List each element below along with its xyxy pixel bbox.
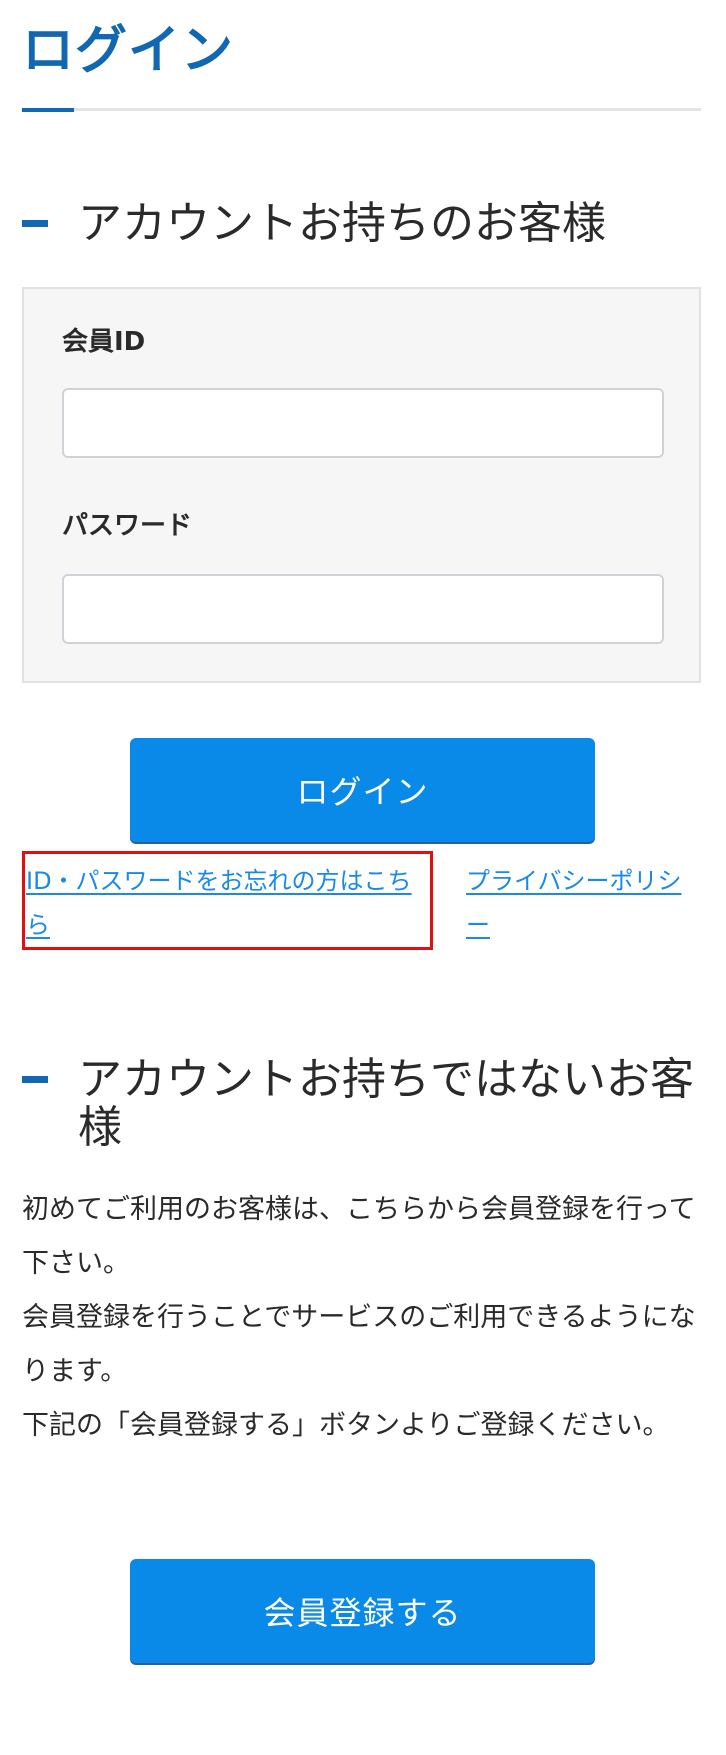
forgot-id-password-link[interactable]: ID・パスワードをお忘れの方はこちら bbox=[26, 859, 430, 947]
password-input[interactable] bbox=[62, 574, 664, 644]
register-description-line: 会員登録を行うことでサービスのご利用できるようになります。 bbox=[22, 1302, 696, 1387]
password-label: パスワード bbox=[62, 511, 193, 541]
title-divider bbox=[22, 108, 701, 111]
register-description-line: 初めてご利用のお客様は、こちらから会員登録を行って下さい。 bbox=[22, 1194, 696, 1279]
register-description-line: 下記の「会員登録する」ボタンよりご登録ください。 bbox=[22, 1410, 670, 1441]
login-button[interactable]: ログイン bbox=[130, 738, 595, 842]
register-button[interactable]: 会員登録する bbox=[130, 1559, 595, 1663]
heading-bar-icon bbox=[22, 220, 48, 227]
privacy-policy-link[interactable]: プライバシーポリシー bbox=[466, 859, 702, 947]
account-section-heading-text: アカウントお持ちのお客様 bbox=[78, 198, 606, 249]
no-account-section-heading-text: アカウントお持ちではないお客様 bbox=[78, 1054, 694, 1153]
heading-bar-icon bbox=[22, 1076, 48, 1083]
title-divider-accent bbox=[22, 108, 74, 112]
page-title: ログイン bbox=[22, 21, 235, 81]
login-form-box: 会員ID パスワード bbox=[22, 287, 701, 683]
member-id-label: 会員ID bbox=[62, 327, 146, 357]
no-account-section-heading: アカウントお持ちではないお客様 bbox=[22, 1056, 712, 1152]
member-id-input[interactable] bbox=[62, 388, 664, 458]
register-description: 初めてご利用のお客様は、こちらから会員登録を行って下さい。 会員登録を行うことで… bbox=[22, 1183, 712, 1453]
account-section-heading: アカウントお持ちのお客様 bbox=[22, 200, 712, 248]
